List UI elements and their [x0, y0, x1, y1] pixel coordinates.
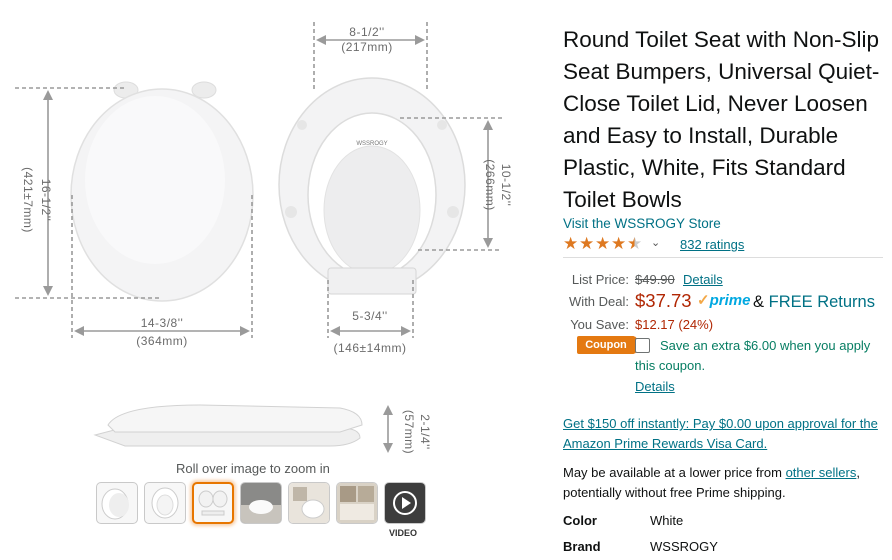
coupon-badge: Coupon	[577, 336, 635, 354]
star-full-icon: ★	[579, 234, 595, 253]
side-view-illustration	[93, 404, 363, 447]
thumbnail-6[interactable]	[336, 482, 378, 524]
deal-price-value: $37.73	[635, 290, 692, 311]
star-half-icon: ★	[627, 234, 643, 253]
side-height-inches: 2-1/4''	[418, 414, 432, 449]
brand-mark: WSSROGY	[356, 141, 387, 147]
attribute-name-color: Color	[563, 513, 597, 528]
lid-width-inches: 14-3/8''	[141, 316, 184, 330]
thumbnail-3-selected[interactable]	[192, 482, 234, 524]
thumbnail-7-video[interactable]	[384, 482, 426, 524]
card-offer-link[interactable]: Get $150 off instantly: Pay $0.00 upon a…	[563, 414, 881, 454]
hinge-width-mm: (146±14mm)	[334, 341, 407, 355]
zoom-hint: Roll over image to zoom in	[176, 461, 330, 476]
video-label: VIDEO	[389, 528, 418, 538]
deal-price-label: With Deal:	[569, 294, 629, 309]
ampersand: &	[753, 293, 765, 311]
prime-text: prime	[709, 292, 751, 309]
thumbnail-5[interactable]	[288, 482, 330, 524]
star-full-icon: ★	[611, 234, 627, 253]
toilet-lid-illustration	[70, 81, 254, 302]
thumbnail-1[interactable]	[96, 482, 138, 524]
lid-width-mm: (364mm)	[136, 334, 188, 348]
coupon-text: Save an extra $6.00 when you apply this …	[635, 338, 871, 373]
thumbnail-4[interactable]	[240, 482, 282, 524]
attribute-value-brand: WSSROGY	[650, 539, 718, 554]
side-height-mm: (57mm)	[402, 410, 416, 454]
ratings-count-link[interactable]: 832 ratings	[680, 237, 744, 252]
seat-depth-inches: 10-1/2''	[499, 164, 513, 207]
thumbnail-2[interactable]	[144, 482, 186, 524]
lower-price-notice: May be available at a lower price from o…	[563, 463, 881, 503]
main-product-image[interactable]: WSSROGY 16-1/2'' (421±7mm) 14-3/8'' (364…	[0, 0, 555, 460]
lid-height-inches: 16-1/2''	[39, 179, 53, 222]
you-save-label: You Save:	[570, 317, 629, 332]
seat-depth-mm: (266mm)	[483, 159, 497, 211]
store-link[interactable]: Visit the WSSROGY Store	[563, 216, 721, 231]
star-full-icon: ★	[563, 234, 579, 253]
free-returns-text[interactable]: FREE Returns	[769, 293, 875, 311]
attribute-name-brand: Brand	[563, 539, 601, 554]
product-title: Round Toilet Seat with Non-Slip Seat Bum…	[563, 27, 880, 212]
star-full-icon: ★	[595, 234, 611, 253]
other-sellers-link[interactable]: other sellers	[786, 465, 857, 480]
list-price-value: $49.90	[635, 272, 675, 287]
free-returns-link[interactable]: & FREE Returns	[753, 293, 875, 312]
rating-row[interactable]: ★ ★ ★ ★ ★ ⌄ 832 ratings	[563, 235, 888, 255]
top-width-mm: (217mm)	[341, 40, 393, 54]
list-price-details-link[interactable]: Details	[683, 272, 723, 287]
prime-badge: ✓prime	[697, 291, 750, 309]
attribute-value-color: White	[650, 513, 684, 528]
lid-height-mm: (421±7mm)	[21, 167, 35, 233]
list-price-label: List Price:	[571, 272, 629, 287]
you-save-value: $12.17 (24%)	[635, 317, 714, 332]
open-seat-illustration: WSSROGY	[278, 77, 466, 295]
prime-check-icon: ✓	[697, 292, 710, 309]
coupon-checkbox[interactable]	[635, 338, 650, 353]
chevron-down-icon[interactable]: ⌄	[651, 236, 660, 249]
lower-price-prefix: May be available at a lower price from	[563, 465, 782, 480]
coupon-details-link[interactable]: Details	[635, 379, 675, 394]
divider	[563, 257, 883, 258]
side-height-dimension: 2-1/4'' (57mm)	[383, 405, 432, 454]
top-width-inches: 8-1/2''	[349, 25, 384, 39]
hinge-width-inches: 5-3/4''	[352, 309, 387, 323]
product-image-panel[interactable]: WSSROGY 16-1/2'' (421±7mm) 14-3/8'' (364…	[0, 0, 555, 560]
